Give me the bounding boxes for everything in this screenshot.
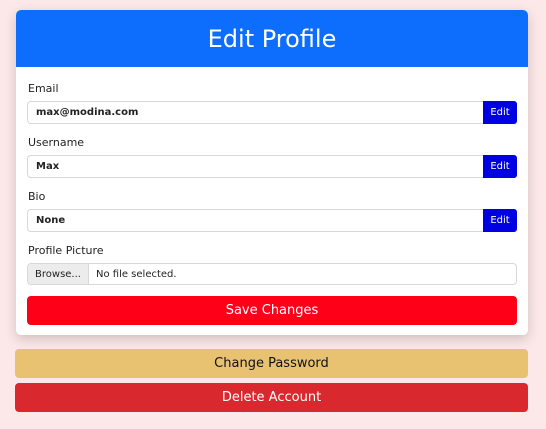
change-password-button[interactable]: Change Password (15, 349, 528, 378)
page-title: Edit Profile (16, 10, 528, 67)
email-row: max@modina.com Edit (27, 101, 517, 124)
email-field[interactable]: max@modina.com (27, 101, 483, 124)
file-status-text: No file selected. (96, 268, 177, 280)
edit-email-button[interactable]: Edit (483, 101, 517, 124)
edit-username-button[interactable]: Edit (483, 155, 517, 178)
username-field[interactable]: Max (27, 155, 483, 178)
email-label: Email (28, 82, 59, 95)
bio-field[interactable]: None (27, 209, 483, 232)
delete-account-button[interactable]: Delete Account (15, 383, 528, 412)
profile-picture-input[interactable]: Browse... No file selected. (27, 263, 517, 285)
bio-row: None Edit (27, 209, 517, 232)
edit-profile-card: Edit Profile Email max@modina.com Edit U… (16, 10, 528, 335)
save-changes-button[interactable]: Save Changes (27, 296, 517, 325)
username-label: Username (28, 136, 85, 149)
bio-label: Bio (28, 190, 46, 203)
browse-button[interactable]: Browse... (28, 264, 89, 284)
profile-picture-label: Profile Picture (28, 244, 104, 257)
edit-bio-button[interactable]: Edit (483, 209, 517, 232)
username-row: Max Edit (27, 155, 517, 178)
